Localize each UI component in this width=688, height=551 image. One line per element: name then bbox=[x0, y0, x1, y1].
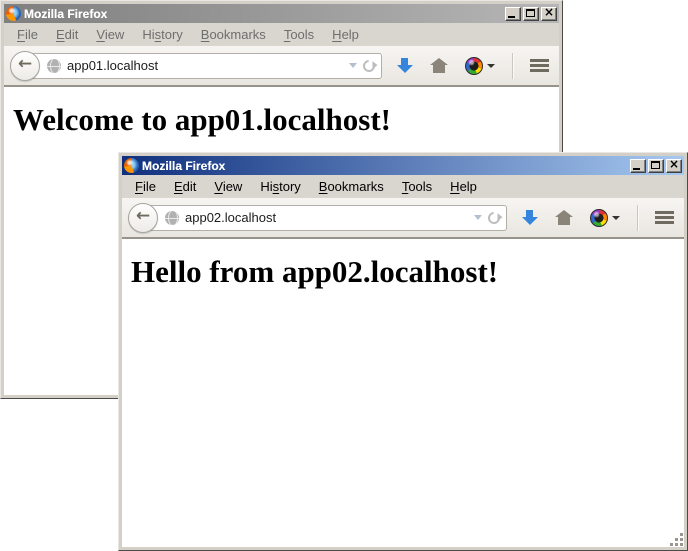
url-bar[interactable]: app02.localhost bbox=[142, 205, 507, 231]
maximize-button[interactable] bbox=[523, 7, 539, 21]
menu-item-view[interactable]: View bbox=[205, 177, 251, 196]
url-bar[interactable]: app01.localhost bbox=[24, 53, 382, 79]
globe-icon bbox=[47, 59, 61, 73]
download-icon bbox=[526, 210, 533, 217]
download-icon-head bbox=[522, 217, 538, 225]
download-button[interactable] bbox=[521, 210, 538, 225]
toolbar-buttons bbox=[396, 53, 549, 79]
addon-button[interactable] bbox=[465, 57, 495, 75]
window-controls: × bbox=[630, 159, 682, 173]
menu-item-file[interactable]: File bbox=[8, 25, 47, 44]
download-button[interactable] bbox=[396, 58, 413, 73]
url-text[interactable]: app02.localhost bbox=[185, 210, 468, 225]
maximize-button[interactable] bbox=[648, 159, 664, 173]
close-button[interactable]: × bbox=[541, 7, 557, 21]
menu-item-file[interactable]: File bbox=[126, 177, 165, 196]
navigation-toolbar: ← app02.localhost bbox=[122, 198, 684, 238]
close-button[interactable]: × bbox=[666, 159, 682, 173]
back-button[interactable]: ← bbox=[128, 203, 158, 233]
home-button[interactable] bbox=[430, 58, 448, 73]
minimize-button[interactable] bbox=[505, 7, 521, 21]
download-icon-head bbox=[397, 65, 413, 73]
menu-item-edit[interactable]: Edit bbox=[165, 177, 205, 196]
window-controls: × bbox=[505, 7, 557, 21]
menu-bar: File Edit View History Bookmarks Tools H… bbox=[122, 175, 684, 198]
url-text[interactable]: app01.localhost bbox=[67, 58, 343, 73]
menu-item-history[interactable]: History bbox=[133, 25, 191, 44]
back-button[interactable]: ← bbox=[10, 51, 40, 81]
navigation-toolbar: ← app01.localhost bbox=[4, 46, 559, 86]
minimize-button[interactable] bbox=[630, 159, 646, 173]
minimize-icon bbox=[508, 16, 515, 18]
globe-icon bbox=[165, 211, 179, 225]
menu-item-bookmarks[interactable]: Bookmarks bbox=[310, 177, 393, 196]
firefox-icon bbox=[124, 158, 139, 173]
back-icon: ← bbox=[18, 56, 32, 73]
url-dropdown-icon[interactable] bbox=[349, 63, 357, 68]
window-title: Mozilla Firefox bbox=[24, 7, 502, 21]
maximize-icon bbox=[526, 9, 535, 17]
hamburger-menu-button[interactable] bbox=[655, 211, 674, 224]
menu-item-help[interactable]: Help bbox=[441, 177, 486, 196]
reload-icon[interactable] bbox=[361, 57, 378, 74]
url-dropdown-icon[interactable] bbox=[474, 215, 482, 220]
browser-window-app02: Mozilla Firefox × File Edit View History… bbox=[118, 152, 688, 551]
menu-item-tools[interactable]: Tools bbox=[393, 177, 441, 196]
home-button[interactable] bbox=[555, 210, 573, 225]
download-icon bbox=[401, 58, 408, 65]
toolbar-separator bbox=[512, 53, 513, 79]
menu-item-tools[interactable]: Tools bbox=[275, 25, 323, 44]
close-icon: × bbox=[542, 5, 556, 19]
addon-icon bbox=[465, 57, 483, 75]
page-content: Hello from app02.localhost! bbox=[122, 238, 684, 547]
minimize-icon bbox=[633, 168, 640, 170]
menu-item-view[interactable]: View bbox=[87, 25, 133, 44]
toolbar-separator bbox=[637, 205, 638, 231]
menu-item-edit[interactable]: Edit bbox=[47, 25, 87, 44]
menu-bar: File Edit View History Bookmarks Tools H… bbox=[4, 23, 559, 46]
addon-button[interactable] bbox=[590, 209, 620, 227]
maximize-icon bbox=[651, 161, 660, 169]
hamburger-menu-button[interactable] bbox=[530, 59, 549, 72]
reload-icon[interactable] bbox=[486, 209, 503, 226]
close-icon: × bbox=[667, 157, 681, 171]
menu-item-bookmarks[interactable]: Bookmarks bbox=[192, 25, 275, 44]
title-bar[interactable]: Mozilla Firefox × bbox=[4, 4, 559, 23]
firefox-icon bbox=[6, 6, 21, 21]
title-bar[interactable]: Mozilla Firefox × bbox=[122, 156, 684, 175]
menu-item-help[interactable]: Help bbox=[323, 25, 368, 44]
back-icon: ← bbox=[136, 208, 150, 225]
toolbar-buttons bbox=[521, 205, 674, 231]
addon-icon bbox=[590, 209, 608, 227]
resize-grip[interactable] bbox=[670, 533, 683, 546]
page-heading: Hello from app02.localhost! bbox=[131, 254, 684, 290]
page-heading: Welcome to app01.localhost! bbox=[13, 102, 559, 138]
menu-item-history[interactable]: History bbox=[251, 177, 309, 196]
window-title: Mozilla Firefox bbox=[142, 159, 627, 173]
chevron-down-icon bbox=[487, 64, 495, 68]
chevron-down-icon bbox=[612, 216, 620, 220]
